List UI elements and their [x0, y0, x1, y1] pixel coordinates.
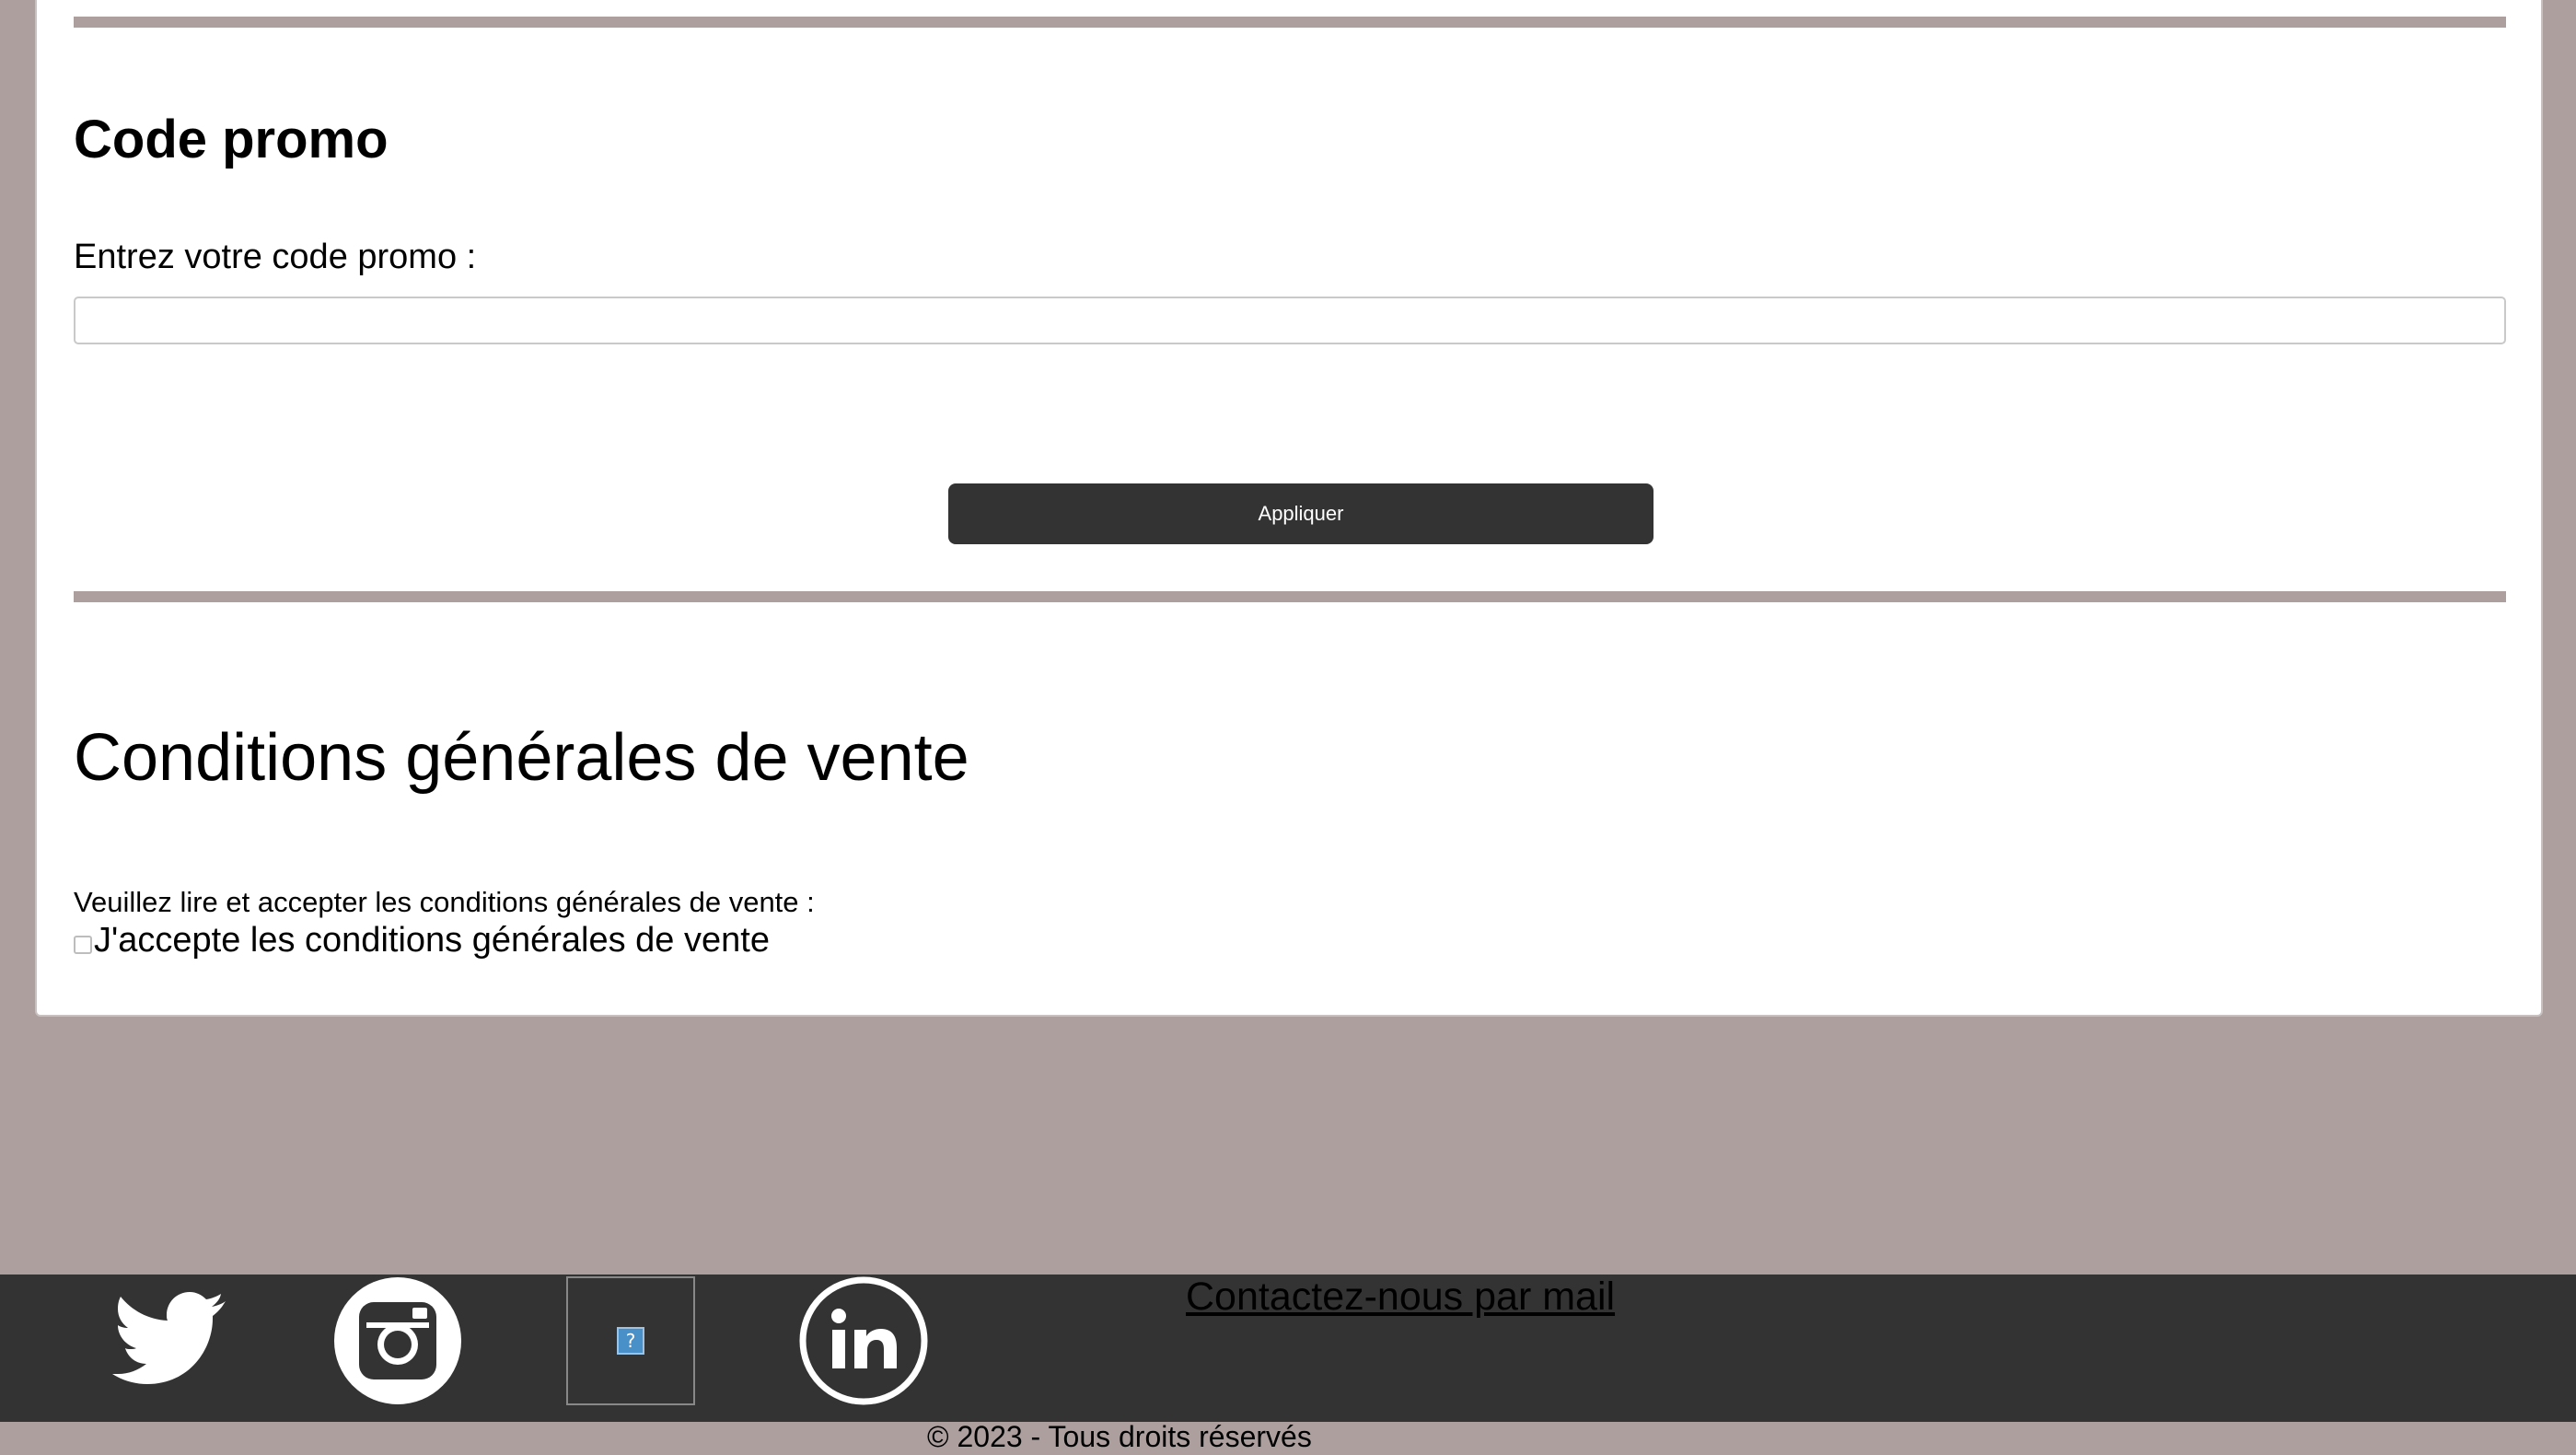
copyright-text: © 2023 - Tous droits réservés	[927, 1420, 1312, 1453]
broken-image-link[interactable]: ?	[566, 1276, 695, 1405]
linkedin-link[interactable]	[799, 1276, 928, 1405]
twitter-icon	[112, 1292, 226, 1384]
terms-accept-row[interactable]: J'accepte les conditions générales de ve…	[74, 921, 770, 960]
linkedin-icon	[799, 1276, 928, 1405]
apply-promo-button[interactable]: Appliquer	[948, 483, 1654, 544]
twitter-link[interactable]	[103, 1276, 232, 1405]
terms-checkbox[interactable]	[74, 935, 92, 954]
terms-instruction: Veuillez lire et accepter les conditions…	[74, 886, 815, 918]
section-divider	[74, 17, 2506, 28]
site-footer: ? Contactez-nous par mail	[0, 1275, 2576, 1422]
promo-section-title: Code promo	[74, 110, 389, 169]
broken-image-icon: ?	[617, 1327, 644, 1355]
terms-accept-label[interactable]: J'accepte les conditions générales de ve…	[94, 921, 770, 960]
contact-email-link[interactable]: Contactez-nous par mail	[1186, 1275, 1615, 1320]
instagram-icon	[334, 1277, 461, 1404]
instagram-link[interactable]	[333, 1276, 462, 1405]
section-divider	[74, 591, 2506, 602]
terms-section-title: Conditions générales de vente	[74, 721, 969, 795]
promo-code-input[interactable]	[74, 297, 2506, 344]
promo-code-label: Entrez votre code promo :	[74, 238, 477, 276]
